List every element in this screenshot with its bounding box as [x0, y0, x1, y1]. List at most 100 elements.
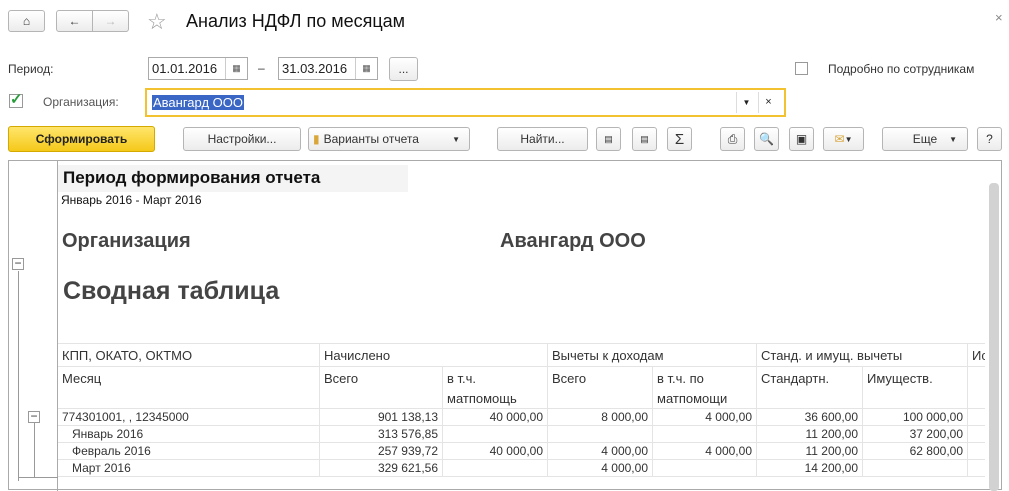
col-header: Всего: [320, 367, 443, 409]
sum-button[interactable]: Σ: [667, 127, 692, 151]
date-from-input[interactable]: 01.01.2016 ▦: [148, 57, 248, 80]
table-title: Сводная таблица: [63, 277, 280, 305]
arrow-right-icon: →: [104, 14, 117, 28]
send-mail-button[interactable]: ✉ ▼: [823, 127, 864, 151]
preview-button[interactable]: 🔍: [754, 127, 779, 151]
dropdown-icon: ▼: [844, 134, 853, 144]
table-cell: [968, 409, 985, 426]
dropdown-icon: ▼: [452, 134, 460, 144]
date-to-input[interactable]: 31.03.2016 ▦: [278, 57, 378, 80]
table-cell: 901 138,13: [320, 409, 443, 426]
period-value: Январь 2016 - Март 2016: [61, 193, 202, 207]
table-cell: 329 621,56: [320, 460, 443, 477]
home-icon: ⌂: [22, 14, 31, 28]
col-header: Начислено: [320, 344, 548, 367]
table-cell: 36 600,00: [757, 409, 863, 426]
find-button[interactable]: Найти...: [497, 127, 588, 151]
table-cell: [443, 426, 548, 443]
table-cell: Март 2016: [58, 460, 320, 477]
collapse-groups-icon: ▤: [640, 133, 649, 144]
save-button[interactable]: ▣: [789, 127, 814, 151]
dropdown-icon[interactable]: ▼: [736, 92, 756, 113]
table-cell: [548, 426, 653, 443]
table-cell: 4 000,00: [653, 409, 757, 426]
date-dash: –: [258, 61, 265, 75]
org-input[interactable]: Авангард ООО ▼ ×: [145, 88, 786, 117]
date-from-value: 01.01.2016: [152, 61, 218, 76]
col-header: [968, 367, 985, 409]
table-cell: [653, 460, 757, 477]
table-cell: [968, 443, 985, 460]
table-cell: Февраль 2016: [58, 443, 320, 460]
table-cell: 257 939,72: [320, 443, 443, 460]
table-cell: [653, 426, 757, 443]
org-value: Авангард ООО: [152, 95, 244, 110]
folder-icon: ▮: [313, 132, 320, 146]
clear-icon[interactable]: ×: [758, 92, 778, 113]
printer-icon: ⎙: [727, 131, 738, 146]
table-cell: 62 800,00: [863, 443, 968, 460]
table-cell: 37 200,00: [863, 426, 968, 443]
generate-button[interactable]: Сформировать: [8, 126, 155, 152]
expand-groups-icon: ▤: [604, 133, 613, 144]
forward-button[interactable]: →: [92, 10, 129, 32]
col-header: Всего: [548, 367, 653, 409]
org-heading-value: Авангард ООО: [500, 230, 646, 252]
table-cell: 774301001, , 12345000: [58, 409, 320, 426]
back-button[interactable]: ←: [56, 10, 93, 32]
dropdown-icon: ▼: [949, 134, 957, 144]
table-cell: 4 000,00: [548, 443, 653, 460]
table-cell: 4 000,00: [653, 443, 757, 460]
envelope-icon: ✉: [834, 132, 845, 146]
table-cell: 100 000,00: [863, 409, 968, 426]
report-table: КПП, ОКАТО, ОКТМО Начислено Вычеты к дох…: [58, 343, 985, 478]
expand-groups-button[interactable]: ▤: [596, 127, 621, 151]
more-button[interactable]: Еще ▼: [882, 127, 968, 151]
table-cell: [863, 460, 968, 477]
org-heading: Организация: [62, 230, 191, 252]
col-header: КПП, ОКАТО, ОКТМО: [58, 344, 320, 367]
help-button[interactable]: ?: [977, 127, 1002, 151]
scrollbar[interactable]: [989, 183, 999, 491]
close-icon[interactable]: ×: [995, 10, 1003, 25]
collapse-toggle[interactable]: −: [28, 410, 40, 423]
table-cell: 8 000,00: [548, 409, 653, 426]
period-select-button[interactable]: ...: [389, 57, 418, 81]
table-cell: 313 576,85: [320, 426, 443, 443]
detail-label: Подробно по сотрудникам: [828, 62, 975, 76]
save-icon: ▣: [795, 132, 808, 146]
page-title: Анализ НДФЛ по месяцам: [186, 11, 406, 31]
preview-icon: 🔍: [759, 132, 774, 146]
table-cell: [968, 460, 985, 477]
detail-checkbox[interactable]: [795, 62, 808, 75]
table-cell: [968, 426, 985, 443]
table-cell: [443, 460, 548, 477]
col-header: в т.ч. матпомощь: [443, 367, 548, 409]
settings-button[interactable]: Настройки...: [183, 127, 301, 151]
table-cell: 14 200,00: [757, 460, 863, 477]
tree-line: [34, 423, 35, 478]
favorite-star-icon[interactable]: ☆: [147, 9, 167, 35]
org-checkbox[interactable]: ✓: [9, 92, 23, 108]
period-title-cell: Период формирования отчета: [58, 165, 408, 192]
more-label: Еще: [912, 132, 938, 146]
org-label: Организация:: [43, 95, 119, 109]
col-header: Месяц: [58, 367, 320, 409]
tree-line: [18, 477, 58, 478]
table-cell: Январь 2016: [58, 426, 320, 443]
col-header: в т.ч. по матпомощи: [653, 367, 757, 409]
home-button[interactable]: ⌂: [8, 10, 45, 32]
table-cell: 11 200,00: [757, 426, 863, 443]
date-to-value: 31.03.2016: [282, 61, 348, 76]
report-variants-button[interactable]: ▮ Варианты отчета ▼: [308, 127, 470, 151]
variants-label: Варианты отчета: [323, 132, 419, 146]
collapse-toggle[interactable]: −: [12, 257, 24, 270]
period-label: Период:: [8, 62, 54, 76]
calendar-icon[interactable]: ▦: [355, 58, 377, 79]
table-cell: 40 000,00: [443, 443, 548, 460]
col-header: Имуществ.: [863, 367, 968, 409]
calendar-icon[interactable]: ▦: [225, 58, 247, 79]
col-header: Станд. и имущ. вычеты: [757, 344, 968, 367]
print-button[interactable]: ⎙: [720, 127, 745, 151]
collapse-groups-button[interactable]: ▤: [632, 127, 657, 151]
